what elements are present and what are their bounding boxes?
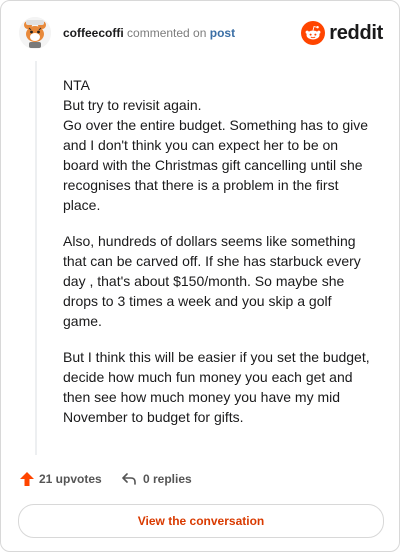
view-conversation-button[interactable]: View the conversation: [18, 504, 384, 538]
comment-line: that can be carved off. If she has starb…: [63, 253, 361, 269]
author-username[interactable]: coffeecoffi: [63, 26, 124, 40]
embedded-comment-card: coffeecoffi commented on post reddit NTA…: [0, 0, 400, 552]
comment-line: decide how much fun money you each get a…: [63, 369, 353, 385]
comment-line: place.: [63, 197, 101, 213]
comment-line: drops to 3 times a week and you skip a g…: [63, 293, 332, 309]
comment-header: coffeecoffi commented on post reddit: [19, 17, 383, 51]
comment-line: day , that's about $150/month. So maybe …: [63, 273, 345, 289]
replies-button[interactable]: 0 replies: [121, 471, 192, 487]
upvote-button[interactable]: 21 upvotes: [19, 471, 102, 487]
reddit-snoo-icon: [301, 21, 326, 45]
avatar[interactable]: [19, 17, 51, 49]
upvote-count: 21 upvotes: [39, 472, 102, 486]
comment-body: NTA But try to revisit again. Go over th…: [63, 75, 381, 443]
comment-line: board with the Christmas gift cancelling…: [63, 157, 363, 173]
comment-line: NTA: [63, 77, 90, 93]
upvote-arrow-icon: [20, 472, 34, 486]
comment-paragraph: Also, hundreds of dollars seems like som…: [63, 231, 381, 331]
comment-line: Go over the entire budget. Something has…: [63, 117, 369, 133]
comment-line: But I think this will be easier if you s…: [63, 349, 370, 365]
author-line: coffeecoffi commented on post: [63, 26, 235, 40]
comment-line: recognises that there is a problem in th…: [63, 177, 339, 193]
comment-line: then see how much money you have my mid: [63, 389, 341, 405]
comment-line: But try to revisit again.: [63, 97, 202, 113]
comment-line: game.: [63, 313, 102, 329]
comment-footer: 21 upvotes 0 replies: [19, 471, 381, 491]
comment-paragraph: NTA But try to revisit again. Go over th…: [63, 75, 381, 215]
comment-line: and I don't think you can expect her to …: [63, 137, 339, 153]
reddit-wordmark: reddit: [329, 21, 383, 44]
reddit-logo[interactable]: reddit: [301, 21, 383, 45]
reply-count: 0 replies: [143, 472, 192, 486]
comment-paragraph: But I think this will be easier if you s…: [63, 347, 381, 427]
thread-line: [35, 61, 37, 455]
commented-on-text: commented on: [127, 26, 207, 40]
post-link[interactable]: post: [210, 26, 235, 40]
comment-line: November to budget for gifts.: [63, 409, 244, 425]
tiger-avatar-icon: [19, 17, 51, 49]
comment-line: Also, hundreds of dollars seems like som…: [63, 233, 356, 249]
reply-arrow-icon: [122, 473, 136, 485]
